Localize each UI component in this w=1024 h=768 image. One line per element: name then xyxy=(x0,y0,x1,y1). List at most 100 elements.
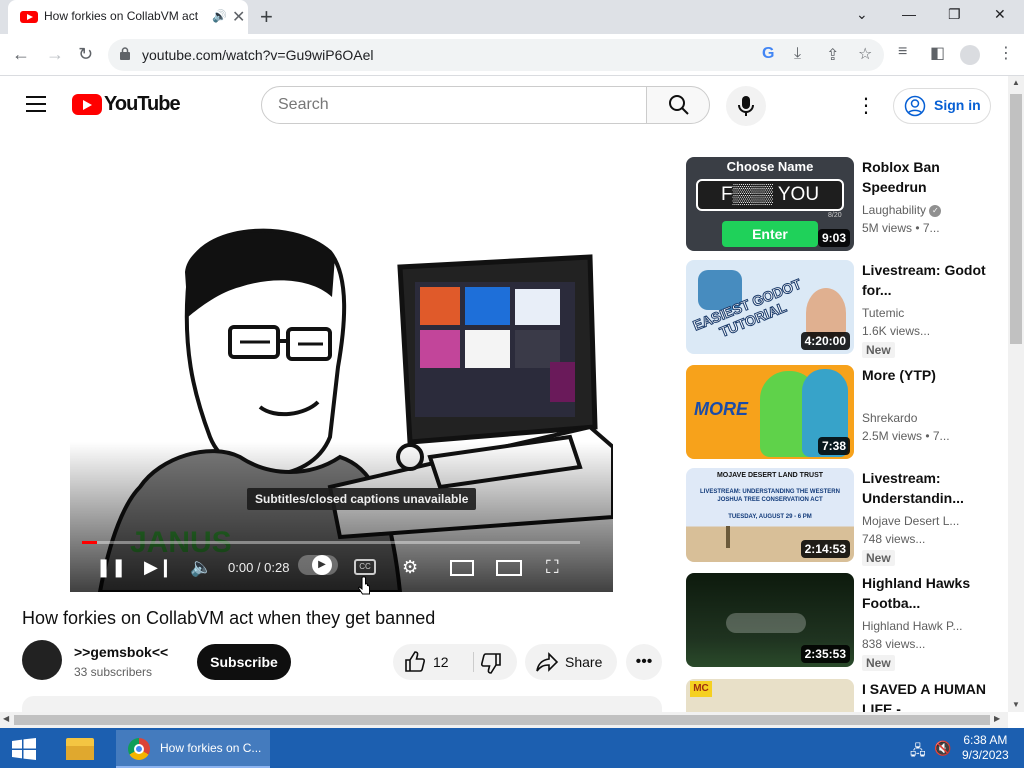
file-explorer-icon[interactable] xyxy=(66,738,94,760)
scroll-up-arrow-icon[interactable]: ▲ xyxy=(1012,78,1020,87)
rec-views: 1.6K views... xyxy=(862,324,931,338)
sign-in-button[interactable]: Sign in xyxy=(893,88,991,124)
thumbnail[interactable]: Choose Name F▒▒▒ YOU 8/20 Enter 9:03 xyxy=(686,157,854,251)
chrome-menu-icon[interactable]: ⋮ xyxy=(998,43,1014,63)
share-arrow-icon xyxy=(536,652,559,672)
recommendation-item[interactable]: EASIEST GODOT TUTORIAL 4:20:00 Livestrea… xyxy=(686,260,986,358)
minimize-button[interactable]: — xyxy=(902,6,916,22)
volume-muted-icon[interactable]: 🔇 xyxy=(934,740,951,757)
audio-playing-icon[interactable]: 🔊 xyxy=(212,9,227,23)
recommendation-item[interactable]: 2:35:53 Highland Hawks Footba... Highlan… xyxy=(686,573,986,671)
rec-views: 748 views... xyxy=(862,532,926,546)
new-tab-button[interactable]: + xyxy=(260,4,273,30)
bookmark-star-icon[interactable]: ☆ xyxy=(858,44,872,64)
profile-avatar-icon[interactable] xyxy=(960,45,980,65)
close-tab-icon[interactable]: ✕ xyxy=(232,7,245,27)
browser-tab[interactable]: How forkies on CollabVM act 🔊 ✕ xyxy=(8,0,248,34)
windows-start-icon[interactable] xyxy=(12,738,36,760)
menu-icon[interactable] xyxy=(26,96,46,112)
forward-button[interactable]: → xyxy=(46,44,64,65)
close-window-button[interactable]: ✕ xyxy=(994,6,1006,23)
address-bar[interactable]: youtube.com/watch?v=Gu9wiP6OAel G ⤓ ⇪ ☆ xyxy=(108,39,884,71)
rec-channel[interactable]: Tutemic xyxy=(862,306,986,320)
recommendation-item[interactable]: MORE 7:38 More (YTP) Shrekardo 2.5M view… xyxy=(686,365,986,461)
youtube-logo-text[interactable]: YouTube xyxy=(104,93,181,116)
rec-channel[interactable]: Laughability ✓ xyxy=(862,203,986,217)
chrome-taskbar-label: How forkies on C... xyxy=(160,741,262,755)
horizontal-scroll-thumb[interactable] xyxy=(14,715,990,725)
horizontal-scrollbar[interactable]: ◀ ▶ xyxy=(0,712,1008,728)
settings-gear-icon[interactable]: ⚙ xyxy=(402,557,418,578)
recommendation-item[interactable]: Choose Name F▒▒▒ YOU 8/20 Enter 9:03 Rob… xyxy=(686,157,986,253)
clock-time: 6:38 AM xyxy=(963,733,1008,747)
rec-title[interactable]: Highland Hawks Footba... xyxy=(862,573,986,613)
closed-captions-icon[interactable]: CC xyxy=(354,559,376,575)
video-duration: 9:03 xyxy=(817,229,850,247)
rec-views: 5M views • 7... xyxy=(862,221,940,235)
thumbnail[interactable]: EASIEST GODOT TUTORIAL 4:20:00 xyxy=(686,260,854,354)
share-page-icon[interactable]: ⇪ xyxy=(826,45,839,65)
chrome-taskbar-button[interactable]: How forkies on C... xyxy=(116,730,270,768)
rec-title[interactable]: Livestream: Godot for... xyxy=(862,260,986,300)
thumbnail[interactable]: MORE 7:38 xyxy=(686,365,854,459)
video-title: How forkies on CollabVM act when they ge… xyxy=(22,608,436,628)
thumbnail[interactable]: MC xyxy=(686,679,854,712)
scroll-left-arrow-icon[interactable]: ◀ xyxy=(3,714,9,723)
reload-button[interactable]: ↻ xyxy=(78,44,93,65)
recommendation-item[interactable]: MOJAVE DESERT LAND TRUST LIVESTREAM: UND… xyxy=(686,468,986,566)
rec-title[interactable]: Roblox Ban Speedrun xyxy=(862,157,986,197)
dislike-button[interactable] xyxy=(479,651,503,675)
rec-channel[interactable]: Highland Hawk P... xyxy=(862,619,986,633)
back-button[interactable]: ← xyxy=(12,44,30,65)
thumbnail[interactable]: MOJAVE DESERT LAND TRUST LIVESTREAM: UND… xyxy=(686,468,854,562)
next-video-icon[interactable]: ▶❙ xyxy=(144,557,173,578)
rec-views: 838 views... xyxy=(862,637,926,651)
like-divider xyxy=(473,652,474,672)
google-lens-icon[interactable]: G xyxy=(762,45,774,63)
side-panel-icon[interactable]: ◧ xyxy=(930,43,945,63)
network-icon[interactable]: 🖧 xyxy=(910,740,926,764)
rec-title[interactable]: More (YTP) xyxy=(862,365,986,385)
restore-button[interactable]: ❐ xyxy=(948,6,961,23)
scroll-right-arrow-icon[interactable]: ▶ xyxy=(994,714,1000,723)
like-button[interactable] xyxy=(403,650,427,674)
share-label: Share xyxy=(565,654,603,670)
thumbnail[interactable]: 2:35:53 xyxy=(686,573,854,667)
rec-channel[interactable]: Shrekardo xyxy=(862,411,986,425)
autoplay-toggle[interactable]: ▶ xyxy=(298,555,338,575)
more-actions-button[interactable]: ••• xyxy=(626,644,662,680)
voice-search-button[interactable] xyxy=(726,86,766,126)
thumbnail-char-counter: 8/20 xyxy=(828,212,842,219)
fullscreen-icon[interactable]: ⛶ xyxy=(546,557,559,578)
vertical-scrollbar[interactable]: ▲ ▼ xyxy=(1008,76,1024,712)
theater-mode-icon[interactable] xyxy=(496,560,522,576)
search-button[interactable] xyxy=(646,86,710,124)
rec-title[interactable]: Livestream: Understandin... xyxy=(862,468,986,508)
tab-strip: How forkies on CollabVM act 🔊 ✕ + ⌄ — ❐ … xyxy=(0,0,1024,34)
youtube-logo-icon[interactable] xyxy=(72,94,102,115)
scroll-down-arrow-icon[interactable]: ▼ xyxy=(1012,700,1020,709)
progress-bar[interactable] xyxy=(82,541,580,544)
pause-icon[interactable]: ❚❚ xyxy=(96,557,126,578)
new-badge: New xyxy=(862,655,895,671)
channel-avatar[interactable] xyxy=(22,640,62,680)
vertical-scroll-thumb[interactable] xyxy=(1010,94,1022,344)
subscribe-button[interactable]: Subscribe xyxy=(197,644,291,680)
channel-name[interactable]: >>gemsbok<< xyxy=(74,644,168,660)
volume-icon[interactable]: 🔈 xyxy=(190,557,212,578)
recommendation-item[interactable]: MC I SAVED A HUMAN LIFE - xyxy=(686,679,986,712)
media-control-icon[interactable]: ≡ xyxy=(898,43,907,61)
tab-search-chevron-icon[interactable]: ⌄ xyxy=(856,6,868,23)
settings-menu-icon[interactable]: ⋮ xyxy=(856,93,876,118)
system-clock[interactable]: 6:38 AM 9/3/2023 xyxy=(962,733,1009,763)
share-button[interactable]: Share xyxy=(525,644,617,680)
rec-channel[interactable]: Mojave Desert L... xyxy=(862,514,986,528)
progress-played xyxy=(82,541,97,544)
rec-channel-name: Laughability xyxy=(862,203,927,217)
rec-title[interactable]: I SAVED A HUMAN LIFE - xyxy=(862,679,986,712)
install-app-icon[interactable]: ⤓ xyxy=(794,45,801,63)
search-box[interactable] xyxy=(261,86,647,124)
video-player[interactable]: JANUS Subtitles/closed captions unavaila… xyxy=(70,157,613,592)
miniplayer-icon[interactable] xyxy=(450,560,474,576)
search-input[interactable] xyxy=(278,95,628,115)
